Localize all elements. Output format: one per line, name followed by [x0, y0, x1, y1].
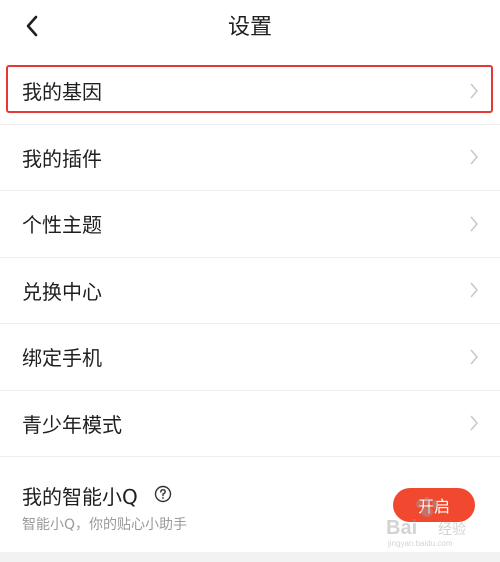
chevron-right-icon [470, 83, 478, 99]
baidu-jingyan-watermark: Bai 经验 jingyan.baidu.com [386, 497, 466, 548]
settings-item-redeem-center[interactable]: 兑换中心 [0, 258, 500, 324]
page-title: 设置 [227, 15, 272, 40]
settings-item-label: 兑换中心 [22, 279, 102, 304]
chevron-right-icon [470, 349, 478, 365]
settings-item-label: 个性主题 [22, 213, 102, 238]
svg-text:Bai: Bai [386, 517, 417, 539]
settings-item-label: 青少年模式 [22, 412, 122, 437]
chevron-right-icon [470, 282, 478, 298]
settings-item-teen-mode[interactable]: 青少年模式 [0, 391, 500, 457]
chevron-right-icon [470, 149, 478, 165]
question-circle-icon[interactable] [154, 485, 172, 503]
settings-item-my-plugins[interactable]: 我的插件 [0, 125, 500, 191]
chevron-right-icon [470, 216, 478, 232]
svg-text:jingyan.baidu.com: jingyan.baidu.com [387, 539, 453, 548]
assistant-title: 我的智能小Q [22, 485, 138, 509]
top-bar: 设置 [0, 0, 500, 56]
chevron-right-icon [470, 415, 478, 431]
settings-item-label: 我的基因 [22, 80, 102, 105]
assistant-subtitle: 智能小Q，你的贴心小助手 [22, 517, 188, 533]
settings-list: 我的基因 我的插件 个性主题 兑换中心 绑定手机 青少年模式 [0, 58, 500, 457]
settings-item-my-genes[interactable]: 我的基因 [0, 58, 500, 125]
settings-item-bind-phone[interactable]: 绑定手机 [0, 324, 500, 391]
bottom-divider [0, 552, 500, 562]
settings-item-theme[interactable]: 个性主题 [0, 191, 500, 258]
svg-text:经验: 经验 [438, 521, 466, 537]
settings-item-label: 我的插件 [22, 146, 102, 171]
settings-item-label: 绑定手机 [22, 346, 102, 371]
